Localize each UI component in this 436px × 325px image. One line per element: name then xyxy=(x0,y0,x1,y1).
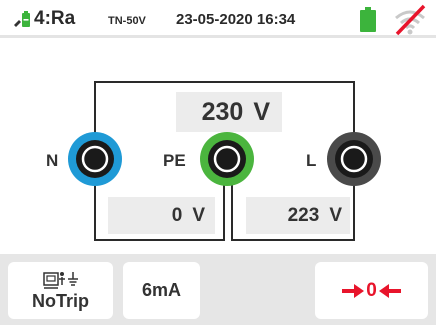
pe-l-voltage-value: 223 xyxy=(287,204,320,226)
terminal-pe-label: PE xyxy=(163,151,186,170)
status-bar: 4:Ra TN-50V 23-05-2020 16:34 xyxy=(0,0,436,38)
arrow-right-icon xyxy=(342,283,365,298)
mode-label: 4:Ra xyxy=(34,8,76,29)
wire-bottom-right xyxy=(231,239,355,241)
n-pe-voltage-readout: 0 V xyxy=(108,197,215,234)
main-voltage-value: 230 xyxy=(201,97,244,126)
notrip-label: NoTrip xyxy=(32,290,89,311)
wire-pe-right xyxy=(231,180,233,240)
zero-button[interactable]: 0 xyxy=(315,262,428,319)
wire-pe-left xyxy=(223,180,225,240)
rcd-earth-icon xyxy=(42,271,78,289)
instrument-screen: 4:Ra TN-50V 23-05-2020 16:34 230 V 0 V 2… xyxy=(0,0,436,325)
wire-top xyxy=(94,81,355,83)
pe-terminal-icon xyxy=(200,132,254,186)
terminal-l-label: L xyxy=(306,151,317,170)
main-voltage-unit: V xyxy=(253,97,270,126)
notrip-button[interactable]: NoTrip xyxy=(8,262,113,319)
wire-bottom-left xyxy=(94,239,225,241)
n-pe-voltage-unit: V xyxy=(192,204,205,226)
arrow-left-icon xyxy=(378,283,401,298)
main-voltage-readout: 230 V xyxy=(176,92,282,132)
n-pe-voltage-value: 0 xyxy=(171,204,183,226)
probe-battery-icon xyxy=(14,11,30,27)
pe-l-voltage-unit: V xyxy=(329,204,342,226)
datetime-label: 23-05-2020 16:34 xyxy=(176,11,296,28)
terminal-n-label: N xyxy=(46,151,59,170)
system-label: TN-50V xyxy=(108,15,146,27)
neutral-terminal-icon xyxy=(68,132,122,186)
line-terminal-icon xyxy=(327,132,381,186)
bottom-toolbar: NoTrip 6mA 0 xyxy=(0,254,436,325)
zero-label: 0 xyxy=(366,279,377,301)
wifi-off-icon xyxy=(395,4,426,36)
current-button[interactable]: 6mA xyxy=(123,262,200,319)
current-label: 6mA xyxy=(141,280,181,300)
pe-l-voltage-readout: 223 V xyxy=(246,197,350,234)
battery-icon xyxy=(360,7,376,32)
